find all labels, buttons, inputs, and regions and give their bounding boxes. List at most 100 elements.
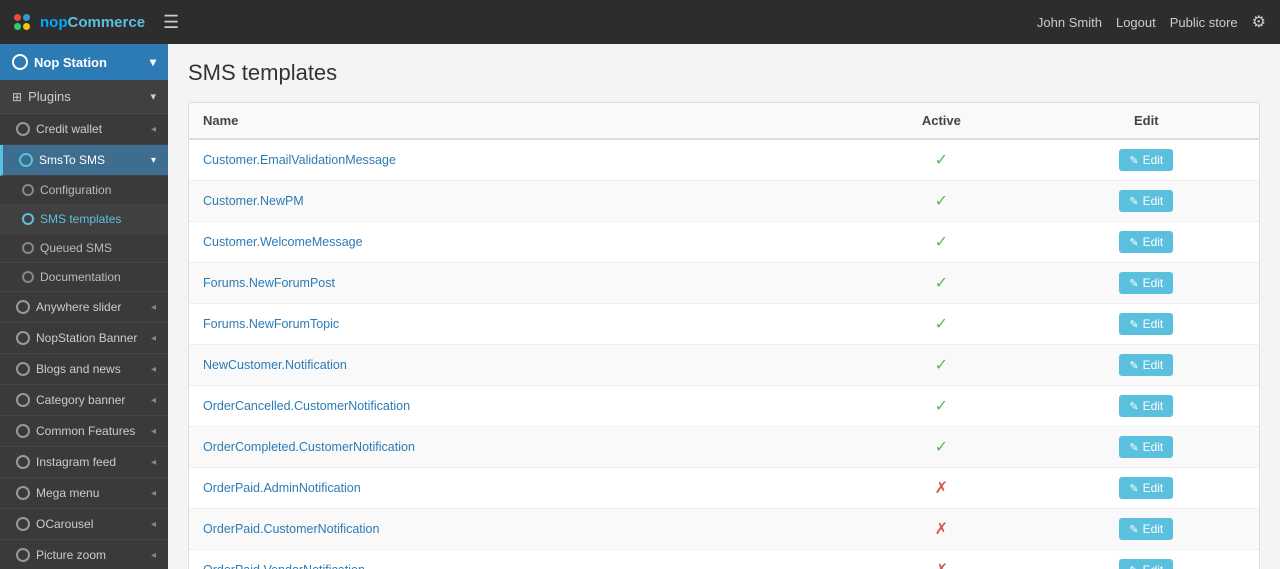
- sidebar-item-picture-zoom[interactable]: Picture zoom ◂: [0, 540, 168, 569]
- sms-templates-card: Name Active Edit Customer.EmailValidatio…: [188, 102, 1260, 569]
- sidebar-item-blogs-news[interactable]: Blogs and news ◂: [0, 354, 168, 385]
- template-active-cell: ✗: [849, 550, 1033, 569]
- template-edit-cell: ✎ Edit: [1034, 222, 1259, 263]
- sidebar: Nop Station ▾ ⊞ Plugins ▾ Credit wallet …: [0, 44, 168, 569]
- template-name-cell: Forums.NewForumPost: [189, 263, 849, 304]
- public-store-link[interactable]: Public store: [1170, 15, 1238, 30]
- edit-button[interactable]: ✎ Edit: [1119, 518, 1173, 540]
- pencil-icon: ✎: [1129, 195, 1138, 208]
- sidebar-item-label: Blogs and news: [36, 362, 121, 376]
- template-active-cell: ✓: [849, 345, 1033, 386]
- user-name: John Smith: [1037, 15, 1102, 30]
- logo-dots: [14, 14, 34, 30]
- gear-icon[interactable]: ⚙: [1252, 12, 1266, 32]
- pencil-icon: ✎: [1129, 277, 1138, 290]
- page-title: SMS templates: [188, 60, 1260, 86]
- hamburger-button[interactable]: ☰: [163, 12, 179, 33]
- template-name-cell: OrderPaid.VendorNotification: [189, 550, 849, 569]
- logo-dot: [23, 23, 30, 30]
- col-active: Active: [849, 103, 1033, 139]
- sidebar-item-queued-sms[interactable]: Queued SMS: [0, 234, 168, 263]
- template-name-link[interactable]: OrderPaid.CustomerNotification: [203, 522, 379, 536]
- sidebar-item-sms-templates[interactable]: SMS templates: [0, 205, 168, 234]
- pencil-icon: ✎: [1129, 441, 1138, 454]
- edit-button[interactable]: ✎ Edit: [1119, 313, 1173, 335]
- template-name-link[interactable]: Customer.NewPM: [203, 194, 304, 208]
- check-true-icon: ✓: [935, 275, 948, 292]
- template-name-link[interactable]: NewCustomer.Notification: [203, 358, 347, 372]
- template-name-link[interactable]: Forums.NewForumPost: [203, 276, 335, 290]
- template-name-cell: Customer.WelcomeMessage: [189, 222, 849, 263]
- pencil-icon: ✎: [1129, 482, 1138, 495]
- sidebar-item-common-features[interactable]: Common Features ◂: [0, 416, 168, 447]
- template-edit-cell: ✎ Edit: [1034, 345, 1259, 386]
- logo-dot: [14, 14, 21, 21]
- template-active-cell: ✓: [849, 386, 1033, 427]
- sidebar-item-instagram-feed[interactable]: Instagram feed ◂: [0, 447, 168, 478]
- sidebar-item-mega-menu[interactable]: Mega menu ◂: [0, 478, 168, 509]
- sidebar-item-label: Documentation: [40, 270, 121, 284]
- chevron-icon: ◂: [151, 124, 156, 135]
- sidebar-item-credit-wallet[interactable]: Credit wallet ◂: [0, 114, 168, 145]
- edit-button[interactable]: ✎ Edit: [1119, 477, 1173, 499]
- edit-button[interactable]: ✎ Edit: [1119, 436, 1173, 458]
- edit-button[interactable]: ✎ Edit: [1119, 149, 1173, 171]
- sidebar-item-label: Credit wallet: [36, 122, 102, 136]
- sidebar-item-label: NopStation Banner: [36, 331, 137, 345]
- template-name-link[interactable]: OrderCancelled.CustomerNotification: [203, 399, 410, 413]
- template-name-link[interactable]: OrderPaid.VendorNotification: [203, 563, 365, 569]
- logo-text: nopCommerce: [40, 14, 145, 31]
- chevron-icon: ◂: [151, 364, 156, 375]
- sidebar-item-configuration[interactable]: Configuration: [0, 176, 168, 205]
- station-label: Nop Station: [34, 55, 107, 70]
- sidebar-item-label: Picture zoom: [36, 548, 106, 562]
- sidebar-item-label: Queued SMS: [40, 241, 112, 255]
- edit-button[interactable]: ✎ Edit: [1119, 395, 1173, 417]
- check-true-icon: ✓: [935, 193, 948, 210]
- sms-templates-icon: [22, 213, 34, 225]
- pencil-icon: ✎: [1129, 318, 1138, 331]
- sidebar-item-label: Configuration: [40, 183, 111, 197]
- plugins-header[interactable]: ⊞ Plugins ▾: [0, 80, 168, 114]
- template-name-link[interactable]: Forums.NewForumTopic: [203, 317, 339, 331]
- edit-button[interactable]: ✎ Edit: [1119, 559, 1173, 569]
- main-layout: Nop Station ▾ ⊞ Plugins ▾ Credit wallet …: [0, 44, 1280, 569]
- template-name-link[interactable]: Customer.EmailValidationMessage: [203, 153, 396, 167]
- table-row: OrderPaid.VendorNotification ✗ ✎ Edit: [189, 550, 1259, 569]
- sidebar-item-label: Category banner: [36, 393, 125, 407]
- template-active-cell: ✓: [849, 304, 1033, 345]
- col-name: Name: [189, 103, 849, 139]
- table-row: OrderCancelled.CustomerNotification ✓ ✎ Ed…: [189, 386, 1259, 427]
- table-row: Forums.NewForumTopic ✓ ✎ Edit: [189, 304, 1259, 345]
- sidebar-item-anywhere-slider[interactable]: Anywhere slider ◂: [0, 292, 168, 323]
- sidebar-item-ocarousel[interactable]: OCarousel ◂: [0, 509, 168, 540]
- sidebar-item-nopstation-banner[interactable]: NopStation Banner ◂: [0, 323, 168, 354]
- table-row: NewCustomer.Notification ✓ ✎ Edit: [189, 345, 1259, 386]
- logout-link[interactable]: Logout: [1116, 15, 1156, 30]
- plugins-icon: ⊞: [12, 90, 22, 104]
- template-name-link[interactable]: OrderCompleted.CustomerNotification: [203, 440, 415, 454]
- template-edit-cell: ✎ Edit: [1034, 550, 1259, 569]
- pencil-icon: ✎: [1129, 236, 1138, 249]
- template-name-link[interactable]: OrderPaid.AdminNotification: [203, 481, 361, 495]
- logo-dot: [23, 14, 30, 21]
- smsto-sms-icon: [19, 153, 33, 167]
- edit-button[interactable]: ✎ Edit: [1119, 231, 1173, 253]
- check-true-icon: ✓: [935, 398, 948, 415]
- sidebar-item-category-banner[interactable]: Category banner ◂: [0, 385, 168, 416]
- template-edit-cell: ✎ Edit: [1034, 468, 1259, 509]
- table-row: Customer.EmailValidationMessage✓✎ Edit: [189, 139, 1259, 181]
- pencil-icon: ✎: [1129, 154, 1138, 167]
- pencil-icon: ✎: [1129, 523, 1138, 536]
- edit-button[interactable]: ✎ Edit: [1119, 190, 1173, 212]
- edit-button[interactable]: ✎ Edit: [1119, 272, 1173, 294]
- edit-button[interactable]: ✎ Edit: [1119, 354, 1173, 376]
- sidebar-item-documentation[interactable]: Documentation: [0, 263, 168, 292]
- picture-zoom-icon: [16, 548, 30, 562]
- blogs-news-icon: [16, 362, 30, 376]
- template-active-cell: ✓: [849, 222, 1033, 263]
- sidebar-station-header[interactable]: Nop Station ▾: [0, 44, 168, 80]
- sidebar-item-smsto-sms[interactable]: SmsTo SMS ▾: [0, 145, 168, 176]
- template-name-link[interactable]: Customer.WelcomeMessage: [203, 235, 363, 249]
- nopstation-banner-icon: [16, 331, 30, 345]
